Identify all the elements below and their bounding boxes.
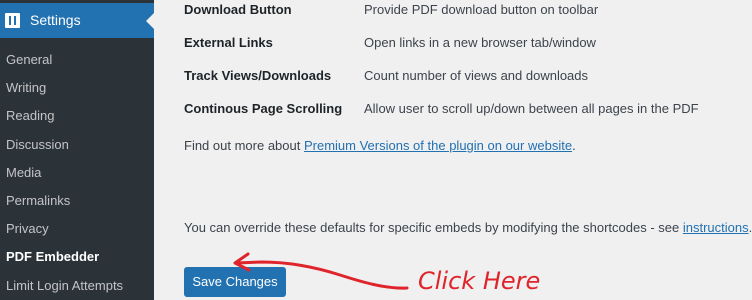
sidebar-item-general[interactable]: General (0, 46, 154, 74)
option-description: Allow user to scroll up/down between all… (364, 101, 699, 116)
active-menu-notch (146, 13, 154, 29)
sidebar-item-privacy[interactable]: Privacy (0, 215, 154, 243)
option-label: Track Views/Downloads (184, 68, 332, 83)
settings-icon (5, 13, 20, 28)
find-more-suffix: . (572, 138, 576, 153)
instructions-link[interactable]: instructions (683, 220, 749, 235)
premium-versions-link[interactable]: Premium Versions of the plugin on our we… (304, 138, 572, 153)
admin-sidebar: Settings General Writing Reading Discuss… (0, 0, 154, 300)
option-description: Provide PDF download button on toolbar (364, 2, 599, 17)
sidebar-item-media[interactable]: Media (0, 159, 154, 187)
option-label: External Links (184, 35, 273, 50)
sidebar-settings-label: Settings (30, 12, 81, 28)
sidebar-item-pdf-embedder[interactable]: PDF Embedder (0, 243, 154, 271)
option-description: Count number of views and downloads (364, 68, 589, 83)
option-label: Download Button (184, 2, 292, 17)
click-here-annotation: Click Here (418, 267, 541, 295)
settings-content: Download Button Provide PDF download but… (184, 0, 752, 300)
sidebar-settings-menu[interactable]: Settings (0, 3, 154, 38)
override-prefix: You can override these defaults for spec… (184, 220, 683, 235)
save-changes-button[interactable]: Save Changes (184, 267, 286, 297)
find-more-prefix: Find out more about (184, 138, 304, 153)
settings-submenu: General Writing Reading Discussion Media… (0, 46, 154, 300)
sidebar-item-reading[interactable]: Reading (0, 102, 154, 130)
sidebar-item-limit-login-attempts[interactable]: Limit Login Attempts (0, 272, 154, 300)
override-text: You can override these defaults for spec… (184, 218, 752, 238)
sidebar-item-discussion[interactable]: Discussion (0, 131, 154, 159)
sidebar-item-permalinks[interactable]: Permalinks (0, 187, 154, 215)
option-label: Continous Page Scrolling (184, 101, 343, 116)
find-more-text: Find out more about Premium Versions of … (184, 136, 576, 156)
override-suffix: . (748, 220, 752, 235)
option-description: Open links in a new browser tab/window (364, 35, 596, 50)
sidebar-item-writing[interactable]: Writing (0, 74, 154, 102)
